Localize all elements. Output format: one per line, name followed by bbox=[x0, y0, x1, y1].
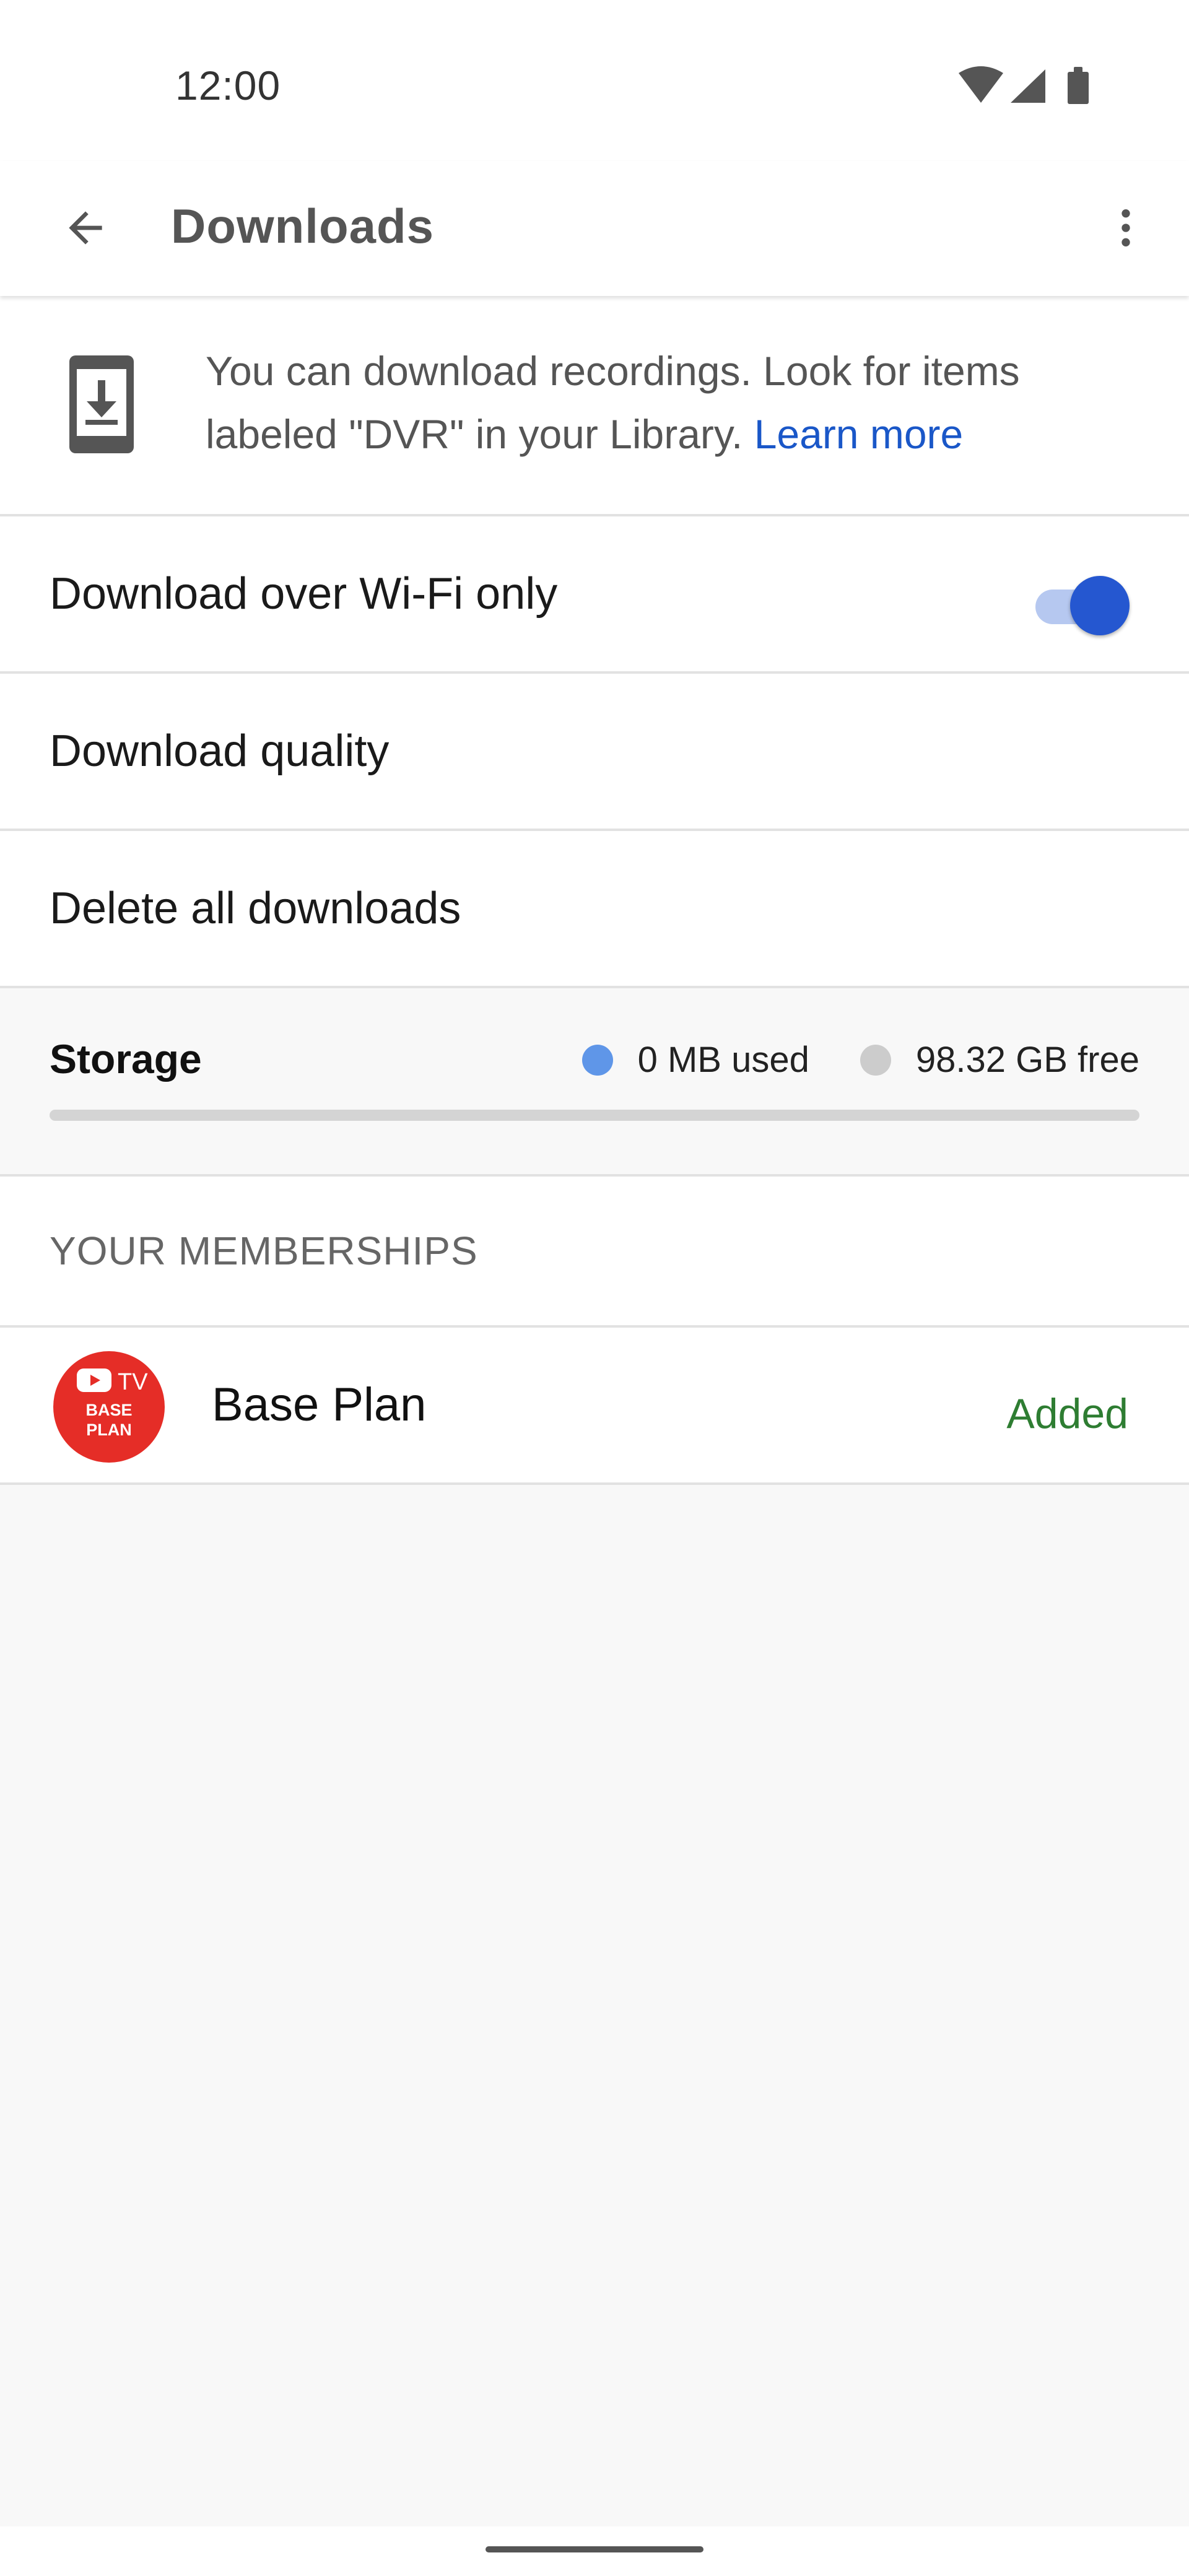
arrow-back-icon bbox=[69, 211, 102, 245]
status-bar: 12:00 bbox=[0, 0, 1189, 161]
logo-tv-text: TV bbox=[118, 1369, 148, 1395]
download-info-banner: You can download recordings. Look for it… bbox=[0, 296, 1189, 516]
more-vert-icon bbox=[1121, 209, 1130, 246]
download-quality-label: Download quality bbox=[50, 726, 390, 776]
storage-legend: 0 MB used 98.32 GB free bbox=[581, 1039, 1139, 1081]
used-dot-icon bbox=[581, 1044, 613, 1076]
app-bar: Downloads bbox=[0, 161, 1189, 296]
storage-free-label: 98.32 GB free bbox=[915, 1040, 1139, 1080]
battery-icon bbox=[1068, 67, 1089, 104]
downloads-settings: You can download recordings. Look for it… bbox=[0, 296, 1189, 1485]
info-text: You can download recordings. Look for it… bbox=[206, 339, 1135, 466]
page-title: Downloads bbox=[171, 199, 435, 253]
wifi-icon bbox=[959, 66, 1003, 103]
membership-item-base-plan[interactable]: TV BASE PLAN Base Plan Added bbox=[0, 1328, 1189, 1485]
toggle-thumb bbox=[1070, 576, 1130, 635]
storage-free-legend: 98.32 GB free bbox=[860, 1039, 1139, 1081]
back-button[interactable] bbox=[50, 192, 121, 264]
storage-title: Storage bbox=[50, 1036, 202, 1082]
delete-all-downloads-label: Delete all downloads bbox=[50, 884, 461, 933]
more-options-button[interactable] bbox=[1090, 192, 1162, 264]
storage-used-legend: 0 MB used bbox=[581, 1039, 809, 1081]
status-icons bbox=[959, 64, 1107, 111]
plan-status: Added bbox=[1006, 1390, 1128, 1437]
memberships-header-label: YOUR MEMBERSHIPS bbox=[50, 1229, 478, 1273]
status-time: 12:00 bbox=[175, 63, 281, 108]
base-plan-logo: TV BASE PLAN bbox=[53, 1351, 165, 1463]
storage-used-label: 0 MB used bbox=[637, 1040, 809, 1080]
cellular-signal-icon bbox=[1011, 69, 1045, 103]
free-dot-icon bbox=[860, 1044, 891, 1076]
learn-more-link[interactable]: Learn more bbox=[754, 411, 964, 457]
storage-section: Storage 0 MB used 98.32 GB free bbox=[0, 988, 1189, 1177]
wifi-only-label: Download over Wi-Fi only bbox=[50, 569, 558, 619]
gesture-handle[interactable] bbox=[486, 2546, 703, 2552]
wifi-only-toggle[interactable] bbox=[1035, 573, 1130, 635]
logo-plan-text: PLAN bbox=[86, 1421, 132, 1439]
plan-name: Base Plan bbox=[212, 1378, 427, 1431]
memberships-header: YOUR MEMBERSHIPS bbox=[0, 1177, 1189, 1328]
storage-usage-bar bbox=[50, 1110, 1139, 1121]
phone-download-icon bbox=[69, 355, 134, 453]
delete-all-downloads-setting[interactable]: Delete all downloads bbox=[0, 831, 1189, 988]
logo-base-text: BASE bbox=[85, 1401, 133, 1419]
wifi-only-setting[interactable]: Download over Wi-Fi only bbox=[0, 516, 1189, 674]
download-quality-setting[interactable]: Download quality bbox=[0, 674, 1189, 831]
